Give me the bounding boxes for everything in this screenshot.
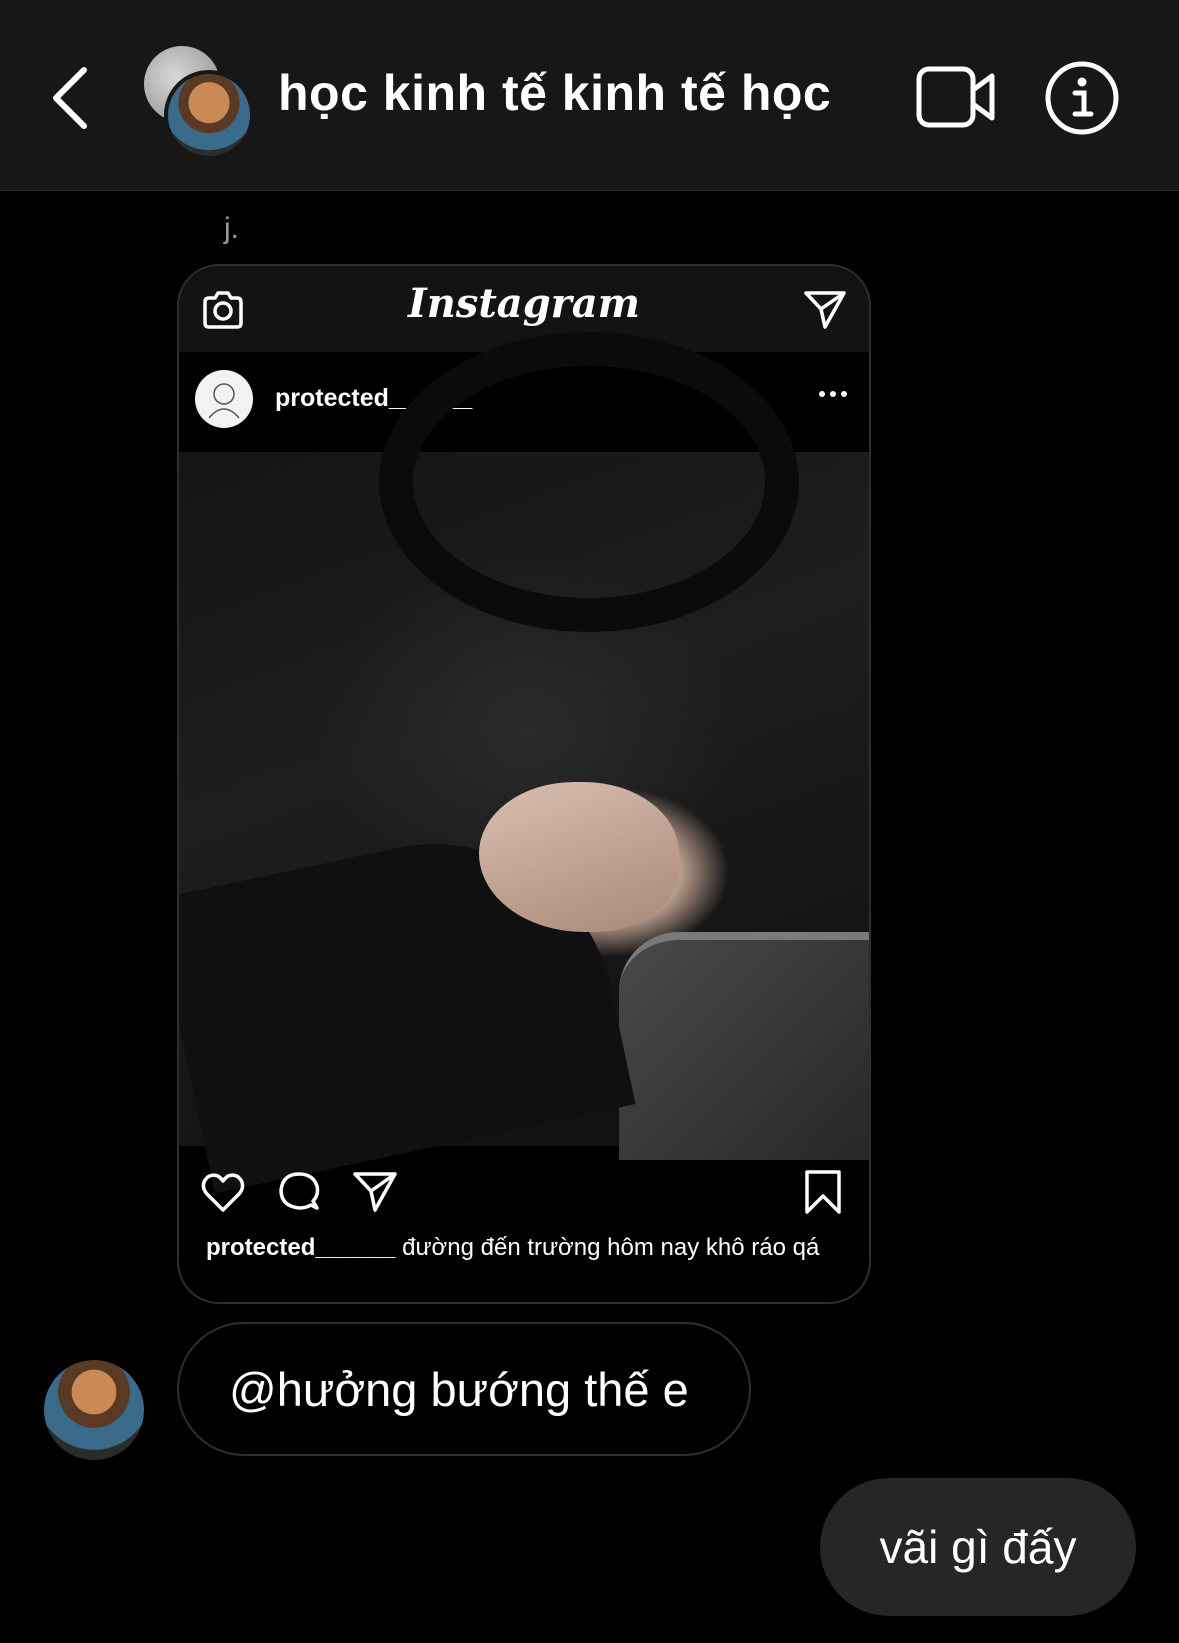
- info-icon: [1045, 61, 1119, 135]
- sender-avatar[interactable]: [44, 1360, 144, 1460]
- post-photo[interactable]: [179, 332, 869, 1194]
- chat-header: học kinh tế kinh tế học: [0, 0, 1179, 191]
- comment-icon[interactable]: [275, 1168, 323, 1216]
- sender-name: j.: [224, 212, 239, 245]
- outgoing-message-text: vãi gì đấy: [879, 1521, 1077, 1573]
- outgoing-message-bubble[interactable]: vãi gì đấy: [820, 1478, 1136, 1616]
- video-call-button[interactable]: [916, 64, 996, 130]
- back-chevron-icon: [53, 67, 87, 129]
- info-button[interactable]: [1044, 60, 1120, 136]
- share-icon[interactable]: [351, 1168, 399, 1216]
- post-actions: [179, 1146, 869, 1230]
- group-avatar[interactable]: [142, 46, 254, 160]
- bookmark-icon[interactable]: [799, 1168, 847, 1216]
- back-button[interactable]: [48, 62, 98, 134]
- paper-plane-icon: [804, 291, 846, 329]
- caption-text: đường đến trường hôm nay khô ráo qá: [395, 1234, 820, 1261]
- post-author-avatar[interactable]: [195, 370, 253, 428]
- video-camera-icon: [916, 66, 995, 128]
- heart-icon[interactable]: [199, 1168, 247, 1216]
- post-caption: protected______ đường đến trường hôm nay…: [206, 1232, 826, 1263]
- instagram-logo: Instagram: [408, 280, 640, 327]
- more-dots-icon[interactable]: [815, 376, 851, 412]
- steering-wheel: [379, 332, 799, 632]
- sketch-avatar-icon: [208, 383, 240, 419]
- group-avatar-front: [164, 70, 254, 160]
- incoming-message-text: @hưởng bướng thế e: [229, 1362, 689, 1416]
- shared-post-card[interactable]: Instagram protected______ protected_____…: [177, 264, 871, 1304]
- incoming-message-bubble[interactable]: @hưởng bướng thế e: [177, 1322, 751, 1456]
- car-console: [619, 932, 869, 1160]
- chat-title[interactable]: học kinh tế kinh tế học: [278, 64, 831, 122]
- caption-username[interactable]: protected______: [206, 1234, 395, 1261]
